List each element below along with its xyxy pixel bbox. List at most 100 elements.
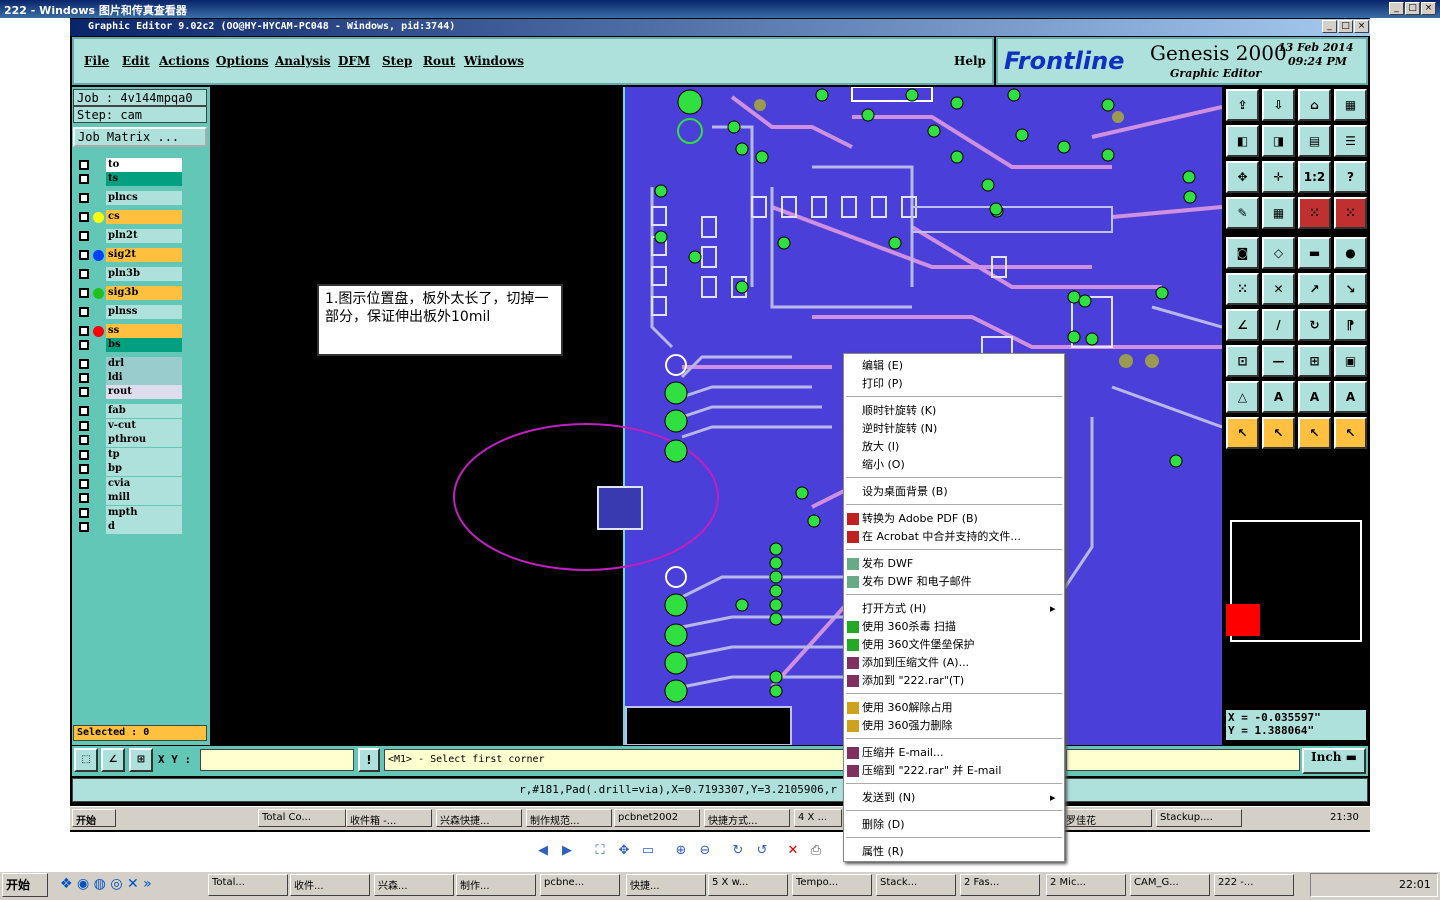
layer-checkbox[interactable] (79, 421, 89, 431)
cross-icon[interactable]: ✕ (1262, 273, 1295, 305)
layer-checkbox[interactable] (79, 406, 89, 416)
layer-checkbox[interactable] (79, 435, 89, 445)
menu-file[interactable]: File (84, 54, 109, 68)
layer-checkbox[interactable] (79, 359, 89, 369)
best-fit-icon[interactable]: ⛶ (592, 843, 608, 859)
context-menu-item[interactable]: 顺时针旋转 (K) (862, 402, 936, 420)
genesis-minimize-button[interactable]: _ (1322, 20, 1337, 33)
delete-icon[interactable]: ✕ (785, 843, 801, 859)
pointer2-icon[interactable]: ↖ (1262, 417, 1295, 449)
layer-row-cvia[interactable]: cvia (76, 477, 182, 491)
layer-checkbox[interactable] (79, 193, 89, 203)
task-item[interactable]: 快捷... (626, 874, 706, 896)
context-menu-item[interactable]: 使用 360文件堡垒保护 (862, 636, 975, 654)
task-item[interactable]: 制作... (456, 874, 536, 896)
layer-checkbox[interactable] (79, 307, 89, 317)
menu-edit[interactable]: Edit (122, 54, 150, 68)
layer-checkbox[interactable] (79, 493, 89, 503)
menu-step[interactable]: Step (382, 54, 412, 68)
task-item[interactable]: Stack... (876, 874, 956, 896)
inner-task-item[interactable]: 4 X ... (794, 809, 842, 827)
layer-row-rout[interactable]: rout (76, 385, 182, 399)
triangle-icon[interactable]: △ (1226, 381, 1259, 413)
rotate-icon[interactable]: ↻ (1298, 309, 1331, 341)
save-icon[interactable]: ⇩ (1262, 89, 1295, 121)
layer-row-mpth[interactable]: mpth (76, 506, 182, 520)
zoom-fit-icon[interactable]: ✥ (1226, 161, 1259, 193)
layer-checkbox[interactable] (79, 326, 89, 336)
context-menu-item[interactable]: 添加到压缩文件 (A)... (862, 654, 969, 672)
layer-checkbox[interactable] (79, 250, 89, 260)
context-menu-item[interactable]: 使用 360解除占用 (862, 699, 953, 717)
layer-row-sig3b[interactable]: sig3b (76, 286, 182, 300)
arc2-icon[interactable]: ↘ (1334, 273, 1367, 305)
genesis-close-button[interactable]: × (1354, 20, 1369, 33)
scale-icon[interactable]: 1:2 (1298, 161, 1331, 193)
inner-task-item[interactable]: Total Co... (258, 809, 346, 827)
layer-checkbox[interactable] (79, 269, 89, 279)
next-icon[interactable]: ◨ (1262, 125, 1295, 157)
layer-row-bs[interactable]: bs (76, 338, 182, 352)
text-c-icon[interactable]: A (1334, 381, 1367, 413)
layer-checkbox[interactable] (79, 373, 89, 383)
layer-checkbox[interactable] (79, 231, 89, 241)
inner-start-button[interactable]: 开始 (72, 809, 116, 827)
layer-row-to[interactable]: to (76, 158, 182, 172)
context-menu-item[interactable]: 添加到 "222.rar"(T) (862, 672, 964, 690)
context-menu-item[interactable]: 打开方式 (H) (862, 600, 926, 618)
box-icon[interactable]: ⊡ (1226, 345, 1259, 377)
context-menu-item[interactable]: 打印 (P) (862, 375, 903, 393)
layer-row-ss[interactable]: ss (76, 324, 182, 338)
dash-icon[interactable]: — (1262, 345, 1295, 377)
layer-checkbox[interactable] (79, 450, 89, 460)
inner-task-item[interactable]: 制作规范... (526, 809, 612, 827)
zoom-out-icon[interactable]: ⊖ (697, 843, 713, 859)
zoom-area-icon[interactable]: ⬚ (74, 748, 98, 772)
context-menu-item[interactable]: 使用 360强力删除 (862, 717, 953, 735)
context-menu-item[interactable]: 缩小 (O) (862, 456, 905, 474)
layer-row-plncs[interactable]: plncs (76, 191, 182, 205)
angle-icon[interactable]: ∠ (1226, 309, 1259, 341)
menu-rout[interactable]: Rout (423, 54, 455, 68)
layer-row-pthrou[interactable]: pthrou (76, 433, 182, 447)
layer-checkbox[interactable] (79, 508, 89, 518)
help-icon[interactable]: ? (1334, 161, 1367, 193)
inner-task-item[interactable]: pcbnet2002 (614, 809, 700, 827)
node-icon[interactable]: ⁙ (1226, 273, 1259, 305)
menu-dfm[interactable]: DFM (338, 54, 370, 68)
menu-windows[interactable]: Windows (464, 54, 524, 68)
measure-icon[interactable]: ∠ (101, 748, 125, 772)
pointer-icon[interactable]: ↖ (1226, 417, 1259, 449)
context-menu-item[interactable]: 设为桌面背景 (B) (862, 483, 948, 501)
inner-task-item[interactable]: 兴森快捷... (436, 809, 522, 827)
layer-checkbox[interactable] (79, 288, 89, 298)
prev-icon[interactable]: ◧ (1226, 125, 1259, 157)
layer-row-sig2t[interactable]: sig2t (76, 248, 182, 262)
context-menu-item[interactable]: 在 Acrobat 中合并支持的文件... (862, 528, 1021, 546)
menu-options[interactable]: Options (216, 54, 268, 68)
next-image-icon[interactable]: ▶ (559, 843, 575, 859)
layer-row-tp[interactable]: tp (76, 448, 182, 462)
text-a-icon[interactable]: A (1262, 381, 1295, 413)
genesis-maximize-button[interactable]: □ (1338, 20, 1353, 33)
layer-row-ts[interactable]: ts (76, 172, 182, 186)
menu-help[interactable]: Help (954, 54, 986, 68)
inner-task-item[interactable]: 罗佳花 (1062, 809, 1152, 827)
toggle-icon[interactable]: ▤ (1298, 125, 1331, 157)
pan-icon[interactable]: ✛ (1262, 161, 1295, 193)
context-menu-item[interactable]: 属性 (R) (862, 843, 904, 861)
task-item[interactable]: 2 Mic... (1046, 874, 1126, 896)
task-item[interactable]: 5 X w... (708, 874, 788, 896)
graphic-canvas[interactable] (212, 87, 1222, 745)
open-icon[interactable]: ⇪ (1226, 89, 1259, 121)
task-item[interactable]: 收件... (290, 874, 370, 896)
layer-row-d[interactable]: d (76, 520, 182, 534)
maximize-button[interactable]: □ (1405, 2, 1420, 15)
context-menu-item[interactable]: 压缩并 E-mail... (862, 744, 943, 762)
task-item[interactable]: 222 -... (1214, 874, 1294, 896)
layer-row-drl[interactable]: drl (76, 357, 182, 371)
layer-row-plnss[interactable]: plnss (76, 305, 182, 319)
previous-image-icon[interactable]: ◀ (535, 843, 551, 859)
context-menu-item[interactable]: 转换为 Adobe PDF (B) (862, 510, 978, 528)
list-icon[interactable]: ☰ (1334, 125, 1367, 157)
